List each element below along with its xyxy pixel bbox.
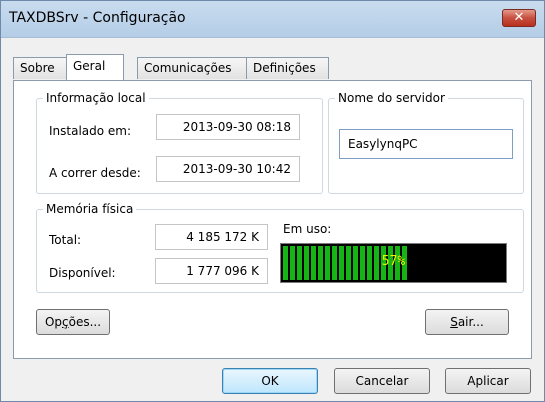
ok-button[interactable]: OK	[222, 368, 318, 394]
server-name-legend: Nome do servidor	[335, 91, 448, 105]
options-button[interactable]: Opções...	[36, 309, 110, 335]
available-label: Disponível:	[49, 266, 116, 280]
tab-comunicacoes[interactable]: Comunicações	[137, 57, 247, 79]
cancel-button[interactable]: Cancelar	[334, 368, 430, 394]
tab-sobre[interactable]: Sobre	[13, 57, 67, 79]
exit-button[interactable]: Sair...	[425, 309, 509, 335]
installed-value: 2013-09-30 08:18	[156, 114, 300, 140]
installed-label: Instalado em:	[49, 124, 132, 138]
title-bar[interactable]: TAXDBSrv - Configuração ✕	[1, 1, 544, 38]
memory-usage-meter: 57%	[280, 243, 507, 283]
local-info-legend: Informação local	[43, 91, 149, 105]
running-since-label: A correr desde:	[49, 166, 141, 180]
running-since-value: 2013-09-30 10:42	[156, 156, 300, 182]
physical-memory-legend: Memória física	[43, 202, 137, 216]
local-info-group: Informação local Instalado em: 2013-09-3…	[36, 91, 323, 194]
tab-geral[interactable]: Geral	[66, 54, 124, 80]
tab-definicoes[interactable]: Definições	[246, 57, 329, 79]
memory-usage-percent: 57%	[381, 254, 406, 269]
tab-panel-geral: Informação local Instalado em: 2013-09-3…	[13, 80, 532, 359]
total-label: Total:	[49, 233, 82, 247]
close-button[interactable]: ✕	[502, 9, 536, 27]
server-name-group: Nome do servidor EasylynqPC	[328, 91, 524, 194]
server-name-input[interactable]: EasylynqPC	[339, 129, 513, 159]
apply-button[interactable]: Aplicar	[445, 368, 531, 394]
in-use-label: Em uso:	[283, 222, 332, 236]
window-title: TAXDBSrv - Configuração	[9, 10, 186, 26]
available-value: 1 777 096 K	[155, 258, 268, 284]
total-value: 4 185 172 K	[155, 224, 268, 250]
physical-memory-group: Memória física Total: 4 185 172 K Dispon…	[36, 202, 524, 293]
configuration-dialog: TAXDBSrv - Configuração ✕ Sobre Geral Co…	[0, 0, 545, 402]
